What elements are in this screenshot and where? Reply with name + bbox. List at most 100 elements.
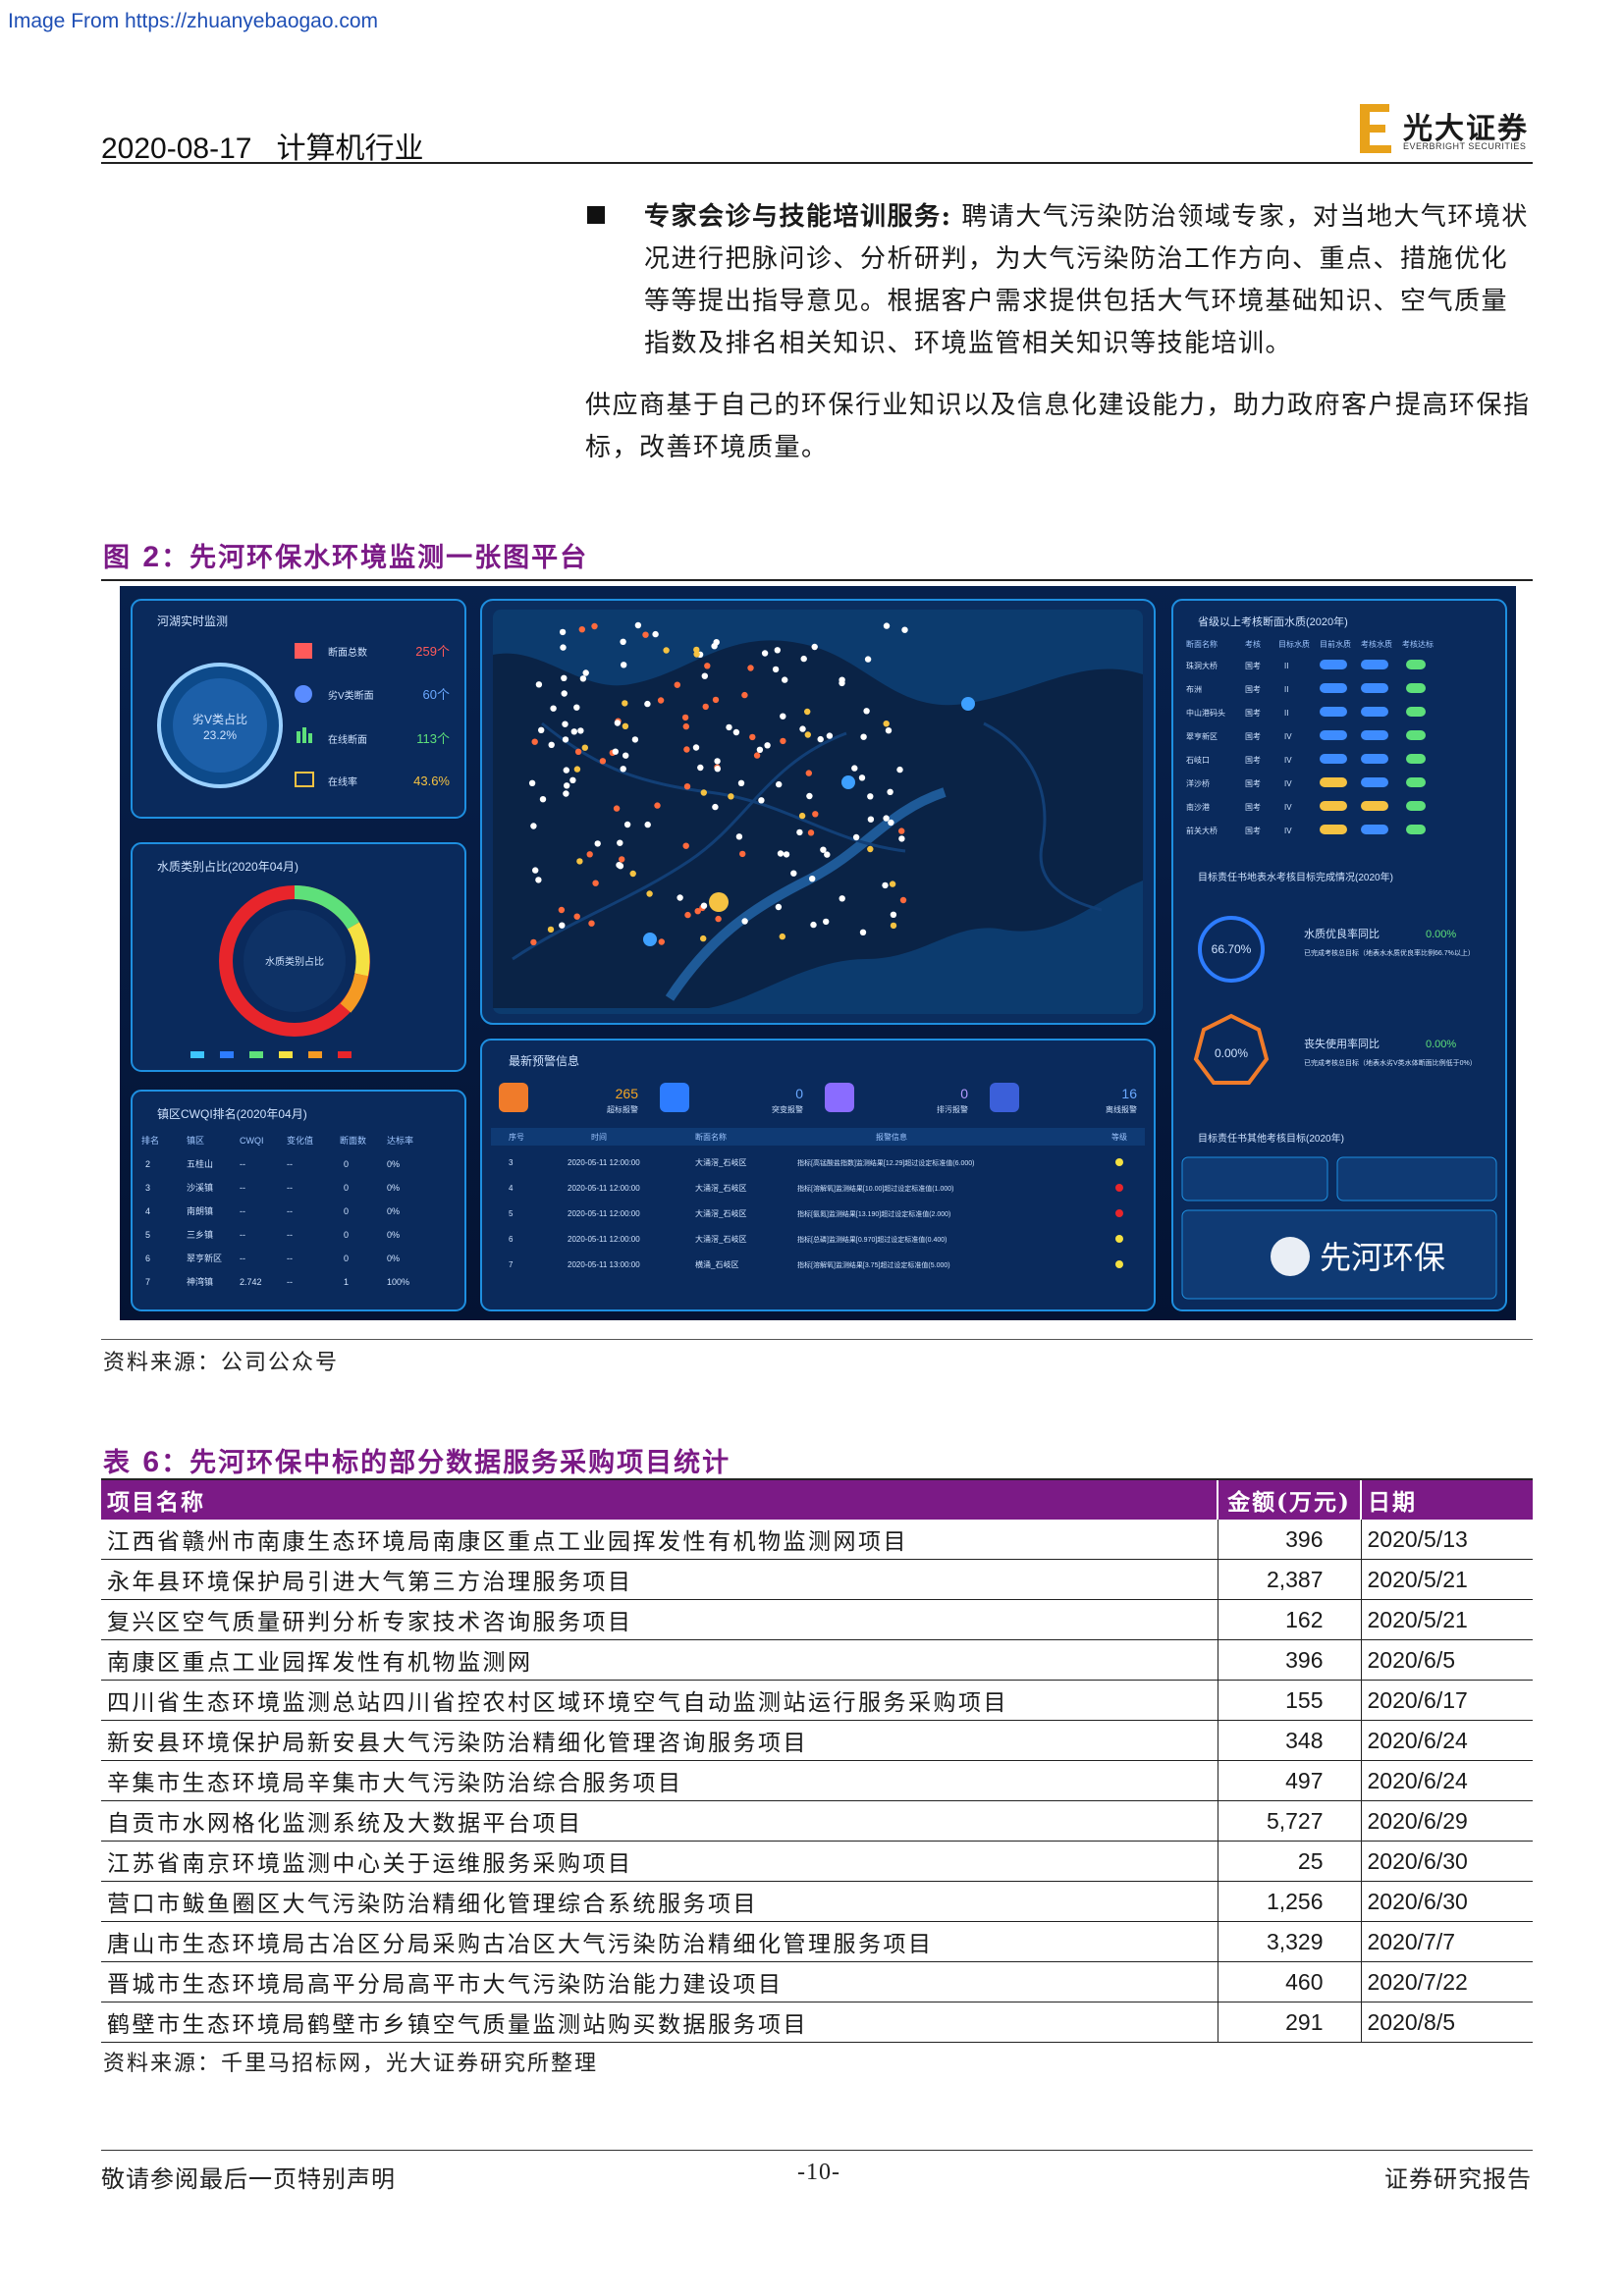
- quality-ring-chart: 水质类别占比: [219, 885, 370, 1037]
- station-dot: [805, 770, 812, 776]
- station-dot: [532, 867, 539, 874]
- section-target: IV: [1284, 779, 1292, 788]
- station-dot: [753, 752, 761, 759]
- table-title: 表 6：先河环保中标的部分数据服务采购项目统计: [103, 1441, 731, 1479]
- section-target: II: [1284, 709, 1288, 718]
- station-dot: [623, 821, 631, 828]
- station-dot: [562, 736, 569, 743]
- table-header-row: 项目名称 金额(万元) 日期: [101, 1478, 1533, 1520]
- rank-cell: 0%: [387, 1206, 400, 1216]
- bottom-title: 目标责任书其他考核目标(2020年): [1198, 1132, 1344, 1145]
- station-dot: [711, 643, 718, 650]
- cell-amount: 460: [1217, 1961, 1362, 2002]
- procurement-table: 项目名称 金额(万元) 日期 江西省赣州市南康生态环境局南康区重点工业园挥发性有…: [101, 1478, 1533, 2043]
- cell-name: 辛集市生态环境局辛集市大气污染防治综合服务项目: [101, 1760, 1218, 1801]
- station-dot: [530, 823, 537, 829]
- rank-cell: --: [287, 1159, 293, 1169]
- station-dot: [851, 765, 858, 772]
- cell-date: 2020/8/5: [1361, 2002, 1533, 2043]
- rank-cell: --: [240, 1230, 245, 1240]
- quality-pill: [1361, 825, 1388, 834]
- station-dot: [563, 790, 569, 797]
- station-dot: [682, 722, 689, 730]
- alarm-cell: 5: [509, 1209, 514, 1218]
- station-dot: [867, 816, 875, 823]
- alarm-cell: 3: [509, 1158, 514, 1167]
- everbright-logo: 光大证券 EVERBRIGHT SECURITIES: [1360, 102, 1532, 157]
- station-dot: [620, 638, 626, 645]
- highlight-marker-icon[interactable]: [709, 892, 729, 912]
- cell-date: 2020/6/24: [1361, 1760, 1533, 1801]
- location-pin-icon-2[interactable]: [961, 697, 975, 711]
- cell-name: 自贡市水网格化监测系统及大数据平台项目: [101, 1800, 1218, 1842]
- cell-amount: 291: [1217, 2002, 1362, 2043]
- kpi2-change: 0.00%: [1426, 1039, 1456, 1050]
- cell-name: 营口市鲅鱼圈区大气污染防治精细化管理综合系统服务项目: [101, 1881, 1218, 1922]
- station-dot: [764, 742, 771, 749]
- panel1-title: 河湖实时监测: [157, 614, 228, 628]
- station-dot: [714, 758, 721, 765]
- section-level: 国考: [1245, 803, 1261, 812]
- station-dot: [558, 906, 566, 914]
- alarm-level-dot: [1115, 1158, 1123, 1166]
- table-source: 资料来源：千里马招标网，光大证券研究所整理: [103, 2052, 599, 2076]
- station-dot: [790, 870, 797, 877]
- station-dot: [693, 646, 700, 654]
- stat-label-3: 在线率: [328, 775, 357, 788]
- station-dot: [573, 704, 580, 711]
- target-title: 目标责任书地表水考核目标完成情况(2020年): [1198, 871, 1393, 883]
- alarm-cell: 横涌_石岐区: [695, 1259, 738, 1269]
- rank-cell: 0: [344, 1230, 349, 1240]
- section-target: IV: [1284, 803, 1292, 812]
- alarm-cell: 大涌滘_石岐区: [695, 1183, 746, 1193]
- cell-amount: 155: [1217, 1680, 1362, 1721]
- kpi2-label: 丧失使用率同比: [1304, 1037, 1380, 1050]
- station-dot: [681, 714, 689, 721]
- alarm-label-1: 突变报警: [772, 1104, 803, 1114]
- section-name: 珠洞大桥: [1186, 661, 1218, 670]
- alarm-cell: 指标[高锰酸盐指数]监测结果[12.29]超过设定标准值(6.000): [797, 1158, 974, 1167]
- station-dot: [772, 666, 780, 673]
- station-dot: [539, 796, 547, 803]
- alarm-cell: 2020-05-11 12:00:00: [568, 1209, 640, 1218]
- cell-date: 2020/6/30: [1361, 1841, 1533, 1882]
- station-dot: [682, 842, 689, 849]
- footer-disclaimer: 敬请参阅最后一页特别声明: [101, 2165, 396, 2193]
- station-dot: [586, 851, 593, 858]
- watermark-link[interactable]: Image From https://zhuanyebaogao.com: [8, 10, 378, 33]
- station-dot: [683, 746, 690, 753]
- station-dot: [684, 911, 691, 919]
- rank-cell: --: [287, 1277, 293, 1287]
- station-dot: [712, 803, 719, 811]
- rank-cell: 1: [344, 1277, 349, 1287]
- station-dot: [621, 662, 627, 668]
- kpi1-label: 水质优良率同比: [1304, 927, 1380, 940]
- station-dot: [820, 846, 827, 853]
- station-dot: [882, 881, 889, 889]
- table-title-text: ：先河环保中标的部分数据服务采购项目统计: [161, 1448, 731, 1478]
- station-dot: [883, 721, 890, 727]
- table-row: 晋城市生态环境局高平分局高平市大气污染防治能力建设项目 460 2020/7/22: [101, 1961, 1533, 2002]
- section-name: 布洲: [1186, 684, 1202, 694]
- station-dot: [677, 894, 683, 901]
- quality-pill: [1361, 777, 1388, 787]
- right-header-1: 考核: [1245, 639, 1261, 649]
- location-pin-icon-3[interactable]: [643, 933, 657, 946]
- figure-rule-bottom: [101, 1339, 1533, 1340]
- table-body: 江西省赣州市南康生态环境局南康区重点工业园挥发性有机物监测网项目 396 2020/…: [101, 1520, 1533, 2043]
- rank-cell: --: [240, 1206, 245, 1216]
- station-dot: [811, 643, 818, 651]
- quality-pill: [1320, 660, 1347, 669]
- location-pin-icon[interactable]: [841, 775, 855, 789]
- right-header-0: 断面名称: [1186, 639, 1218, 649]
- station-dot: [817, 735, 824, 743]
- table-row: 唐山市生态环境局古冶区分局采购古冶区大气污染防治精细化管理服务项目 3,329 20…: [101, 1921, 1533, 1962]
- rank-cell: 神湾镇: [187, 1276, 213, 1287]
- alarm-cell: 6: [509, 1235, 514, 1244]
- station-dot: [741, 918, 748, 925]
- station-dot: [548, 741, 555, 748]
- rank-cell: 0%: [387, 1230, 400, 1240]
- rank-cell: 2.742: [240, 1277, 262, 1287]
- station-dot: [883, 815, 890, 822]
- station-dot: [726, 723, 732, 731]
